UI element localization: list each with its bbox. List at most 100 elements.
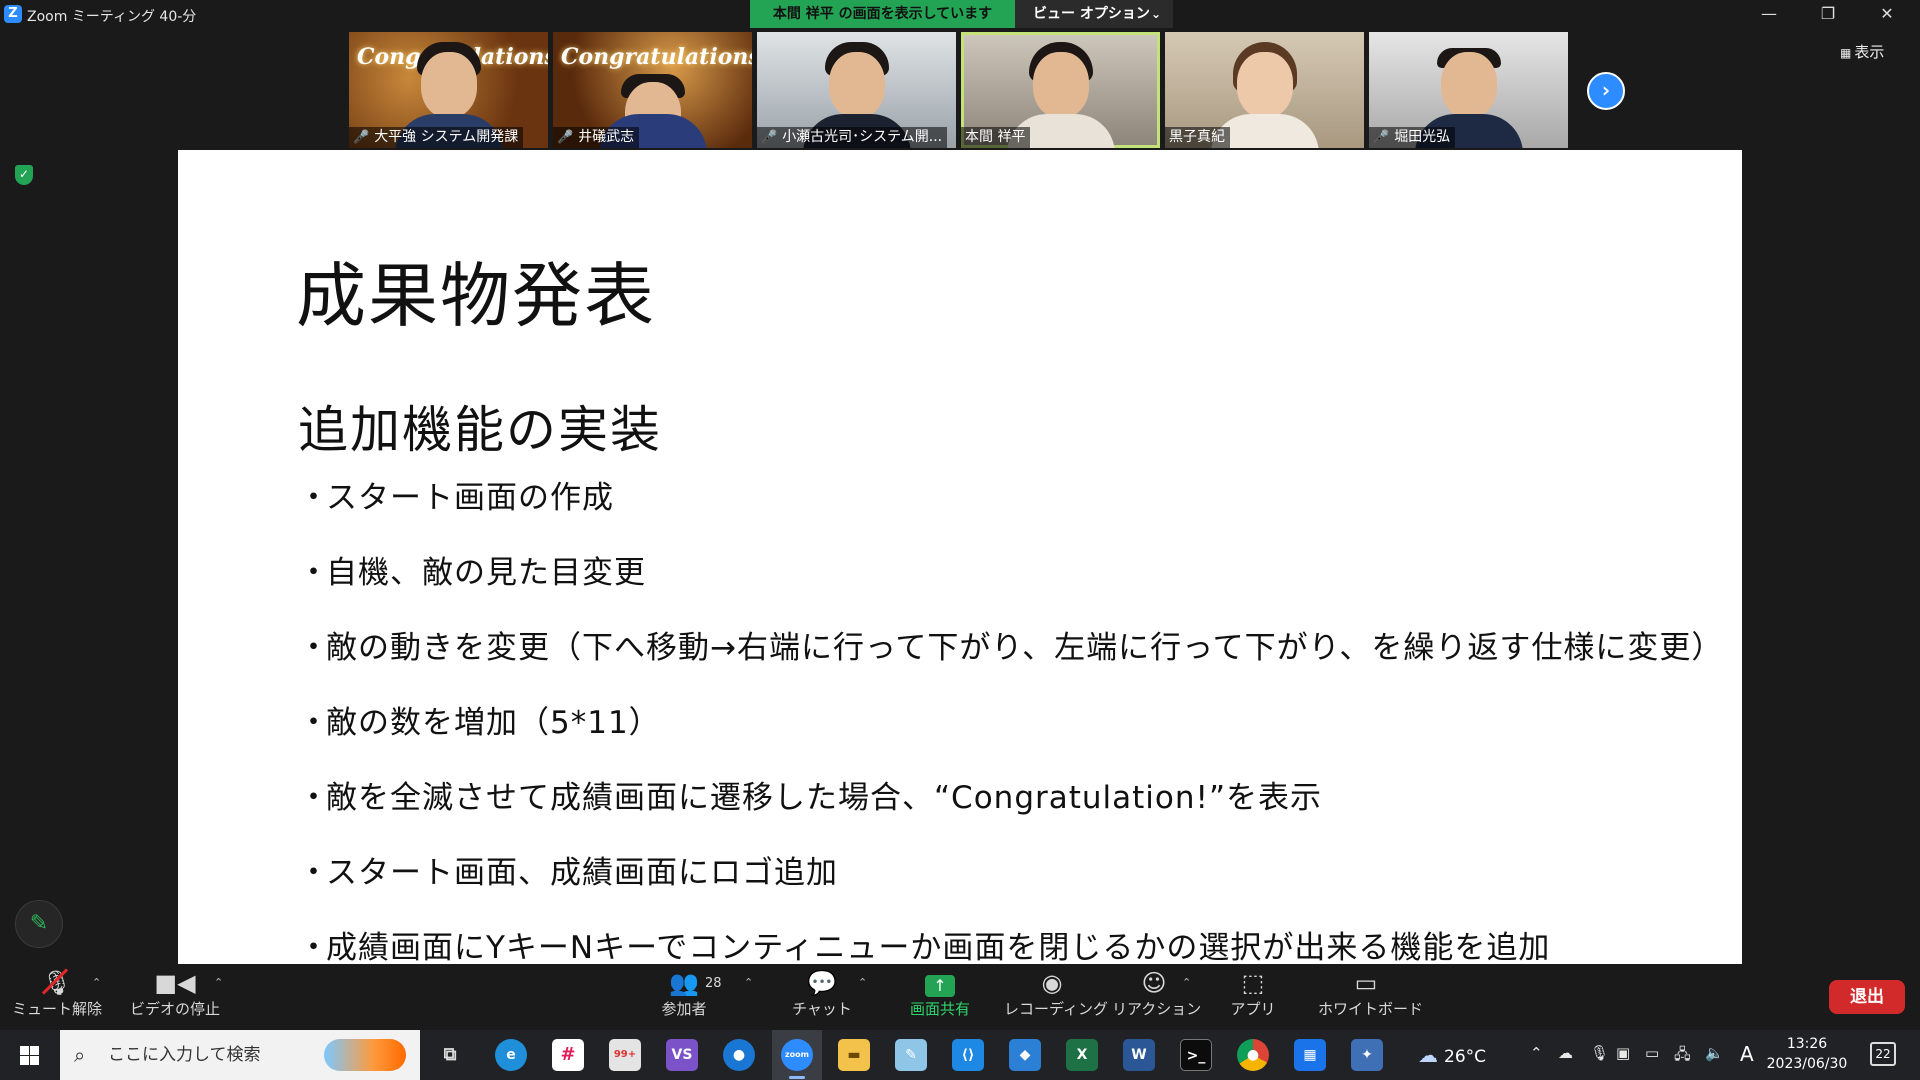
participant-name: 堀田光弘 <box>1394 129 1451 145</box>
windows-taskbar: ⌕ ここに入力して検索 ⧉ e # 99+ VS ● zoom ▬ ✎ ⟨⟩ ◆… <box>0 1030 1920 1080</box>
reactions-button[interactable]: ☺ リアクション <box>1112 964 1201 1030</box>
file-explorer-icon[interactable]: ▬ <box>838 1039 870 1071</box>
maps-pin-icon[interactable]: ● <box>723 1039 755 1071</box>
participant-name: 黒子真紀 <box>1169 129 1225 145</box>
share-screen-button[interactable]: ↑ 画面共有 <box>896 964 984 1030</box>
restore-icon[interactable]: ❐ <box>1799 0 1857 30</box>
reactions-options-caret-icon[interactable]: ⌃ <box>1182 976 1191 989</box>
next-page-arrow-icon[interactable]: › <box>1587 72 1625 110</box>
ime-mode-indicator[interactable]: A <box>1740 1042 1754 1066</box>
video-options-caret-icon[interactable]: ⌃ <box>214 976 223 989</box>
stop-video-button[interactable]: ■◀ ビデオの停止 <box>124 964 226 1030</box>
meet-now-icon[interactable]: ▣ <box>1616 1044 1630 1062</box>
task-view-icon[interactable]: ⧉ <box>434 1039 466 1071</box>
weather-temperature: 26°C <box>1444 1047 1487 1067</box>
participant-name: 大平強 システム開発課 <box>374 129 519 145</box>
mic-muted-icon: 🎤 <box>557 130 574 145</box>
view-toggle-button[interactable]: ▦ 表示 <box>1840 40 1910 64</box>
participants-label: 参加者 <box>661 1000 707 1018</box>
volume-speaker-icon[interactable]: 🔈 <box>1705 1044 1724 1062</box>
zip-tool-icon[interactable]: ✦ <box>1351 1039 1383 1071</box>
clock-time: 13:26 <box>1786 1036 1828 1052</box>
view-options-menu[interactable]: ビュー オプション ⌄ <box>1015 0 1173 28</box>
cloud-icon: ☁ <box>1418 1043 1438 1067</box>
search-icon: ⌕ <box>74 1043 86 1067</box>
participants-count-badge: 28 <box>705 976 722 991</box>
participant-tile[interactable]: Congratulations! 🎤 井礒武志 <box>553 32 752 148</box>
slide-subtitle: 追加機能の実装 <box>298 401 662 459</box>
video-camera-icon: ■◀ <box>154 969 196 997</box>
zoom-taskbar-icon[interactable]: zoom <box>781 1039 813 1071</box>
search-placeholder: ここに入力して検索 <box>108 1045 261 1065</box>
share-screen-icon: ↑ <box>896 964 984 998</box>
participant-tile-active-speaker[interactable]: 本間 祥平 <box>961 32 1160 148</box>
onedrive-cloud-icon[interactable]: ☁ <box>1558 1044 1573 1062</box>
participant-name: 井礒武志 <box>578 129 635 145</box>
annotate-pen-icon[interactable]: ✎ <box>15 900 63 948</box>
encryption-shield-icon[interactable]: ✓ <box>15 165 33 185</box>
participant-face <box>421 52 477 118</box>
chat-options-caret-icon[interactable]: ⌃ <box>858 976 867 989</box>
tray-expand-caret-icon[interactable]: ⌃ <box>1530 1044 1543 1062</box>
weather-widget[interactable]: ☁ 26°C <box>1418 1043 1486 1067</box>
slack-icon[interactable]: # <box>552 1039 584 1071</box>
participant-name-label: 🎤 井礒武志 <box>553 127 640 148</box>
mic-muted-icon: 🎤 <box>761 130 778 145</box>
word-icon[interactable]: W <box>1123 1039 1155 1071</box>
participant-name-label: 🎤 大平強 システム開発課 <box>349 127 524 148</box>
mail-notification-icon[interactable]: 99+ <box>609 1039 641 1071</box>
share-screen-label: 画面共有 <box>909 1000 970 1018</box>
store-app-icon[interactable]: ◆ <box>1009 1039 1041 1071</box>
visual-studio-icon[interactable]: VS <box>666 1039 698 1071</box>
participant-name-label: 黒子真紀 <box>1165 127 1230 148</box>
chrome-icon[interactable]: ● <box>1237 1039 1269 1071</box>
close-icon[interactable]: ✕ <box>1858 0 1916 30</box>
participant-face <box>1033 52 1089 118</box>
slide-bullet: ・スタート画面、成績画面にロゴ追加 <box>298 855 838 891</box>
chat-bubble-icon: 💬 <box>807 969 837 997</box>
chat-label: チャット <box>792 1000 852 1018</box>
participants-options-caret-icon[interactable]: ⌃ <box>744 976 753 989</box>
participant-name: 本間 祥平 <box>965 129 1026 145</box>
view-toggle-label: 表示 <box>1854 43 1885 61</box>
participant-face <box>829 52 885 118</box>
participant-face <box>1441 52 1497 118</box>
microphone-icon[interactable]: 🎙 <box>1590 1044 1609 1062</box>
participants-button[interactable]: 👥 参加者 <box>642 964 726 1030</box>
shared-screen-slide: 成果物発表 追加機能の実装 ・スタート画面の作成 ・自機、敵の見た目変更 ・敵の… <box>178 150 1742 964</box>
unmute-button[interactable]: 🎙 ミュート解除 <box>8 964 106 1030</box>
search-highlight-icon <box>324 1039 406 1071</box>
battery-icon[interactable]: ▭ <box>1645 1044 1659 1062</box>
system-clock[interactable]: 13:26 2023/06/30 <box>1762 1034 1852 1074</box>
notification-center-icon[interactable]: 22 <box>1870 1042 1896 1066</box>
chevron-down-icon: ⌄ <box>1150 7 1161 21</box>
apps-button[interactable]: ⬚ アプリ <box>1218 964 1288 1030</box>
participant-face <box>1237 52 1293 118</box>
participant-tile[interactable]: 黒子真紀 <box>1165 32 1364 148</box>
taskbar-search-box[interactable]: ⌕ ここに入力して検索 <box>60 1030 420 1080</box>
apps-icon: ⬚ <box>1241 969 1265 997</box>
audio-options-caret-icon[interactable]: ⌃ <box>92 976 101 989</box>
vscode-icon[interactable]: ⟨⟩ <box>952 1039 984 1071</box>
windows-start-icon[interactable] <box>0 1030 58 1080</box>
excel-icon[interactable]: X <box>1066 1039 1098 1071</box>
chat-button[interactable]: 💬 チャット <box>782 964 862 1030</box>
slide-bullet: ・敵の数を増加（5*11） <box>298 705 661 741</box>
slide-bullet: ・スタート画面の作成 <box>298 480 614 516</box>
participant-tile[interactable]: 🎤 小瀬古光司･システム開... <box>757 32 956 148</box>
leave-meeting-button[interactable]: 退出 <box>1829 980 1905 1014</box>
recording-button[interactable]: ◉ レコーディング <box>1004 964 1108 1030</box>
terminal-icon[interactable]: >_ <box>1180 1039 1212 1071</box>
minimize-icon[interactable]: — <box>1740 0 1798 30</box>
participant-tile[interactable]: 🎤 堀田光弘 <box>1369 32 1568 148</box>
notes-app-icon[interactable]: ✎ <box>895 1039 927 1071</box>
whiteboard-button[interactable]: ▭ ホワイトボード <box>1318 964 1423 1030</box>
screen-share-banner: 本間 祥平 の画面を表示しています <box>750 0 1015 28</box>
slide-title: 成果物発表 <box>296 255 656 337</box>
edge-browser-icon[interactable]: e <box>495 1039 527 1071</box>
network-icon[interactable]: 🖧 <box>1674 1044 1691 1069</box>
calendar-icon[interactable]: ▦ <box>1294 1039 1326 1071</box>
participant-tile[interactable]: Congratulations! 🎤大平強 システム開発課 <box>349 32 548 148</box>
clock-date: 2023/06/30 <box>1766 1056 1848 1072</box>
participant-name-label: 本間 祥平 <box>961 127 1031 148</box>
